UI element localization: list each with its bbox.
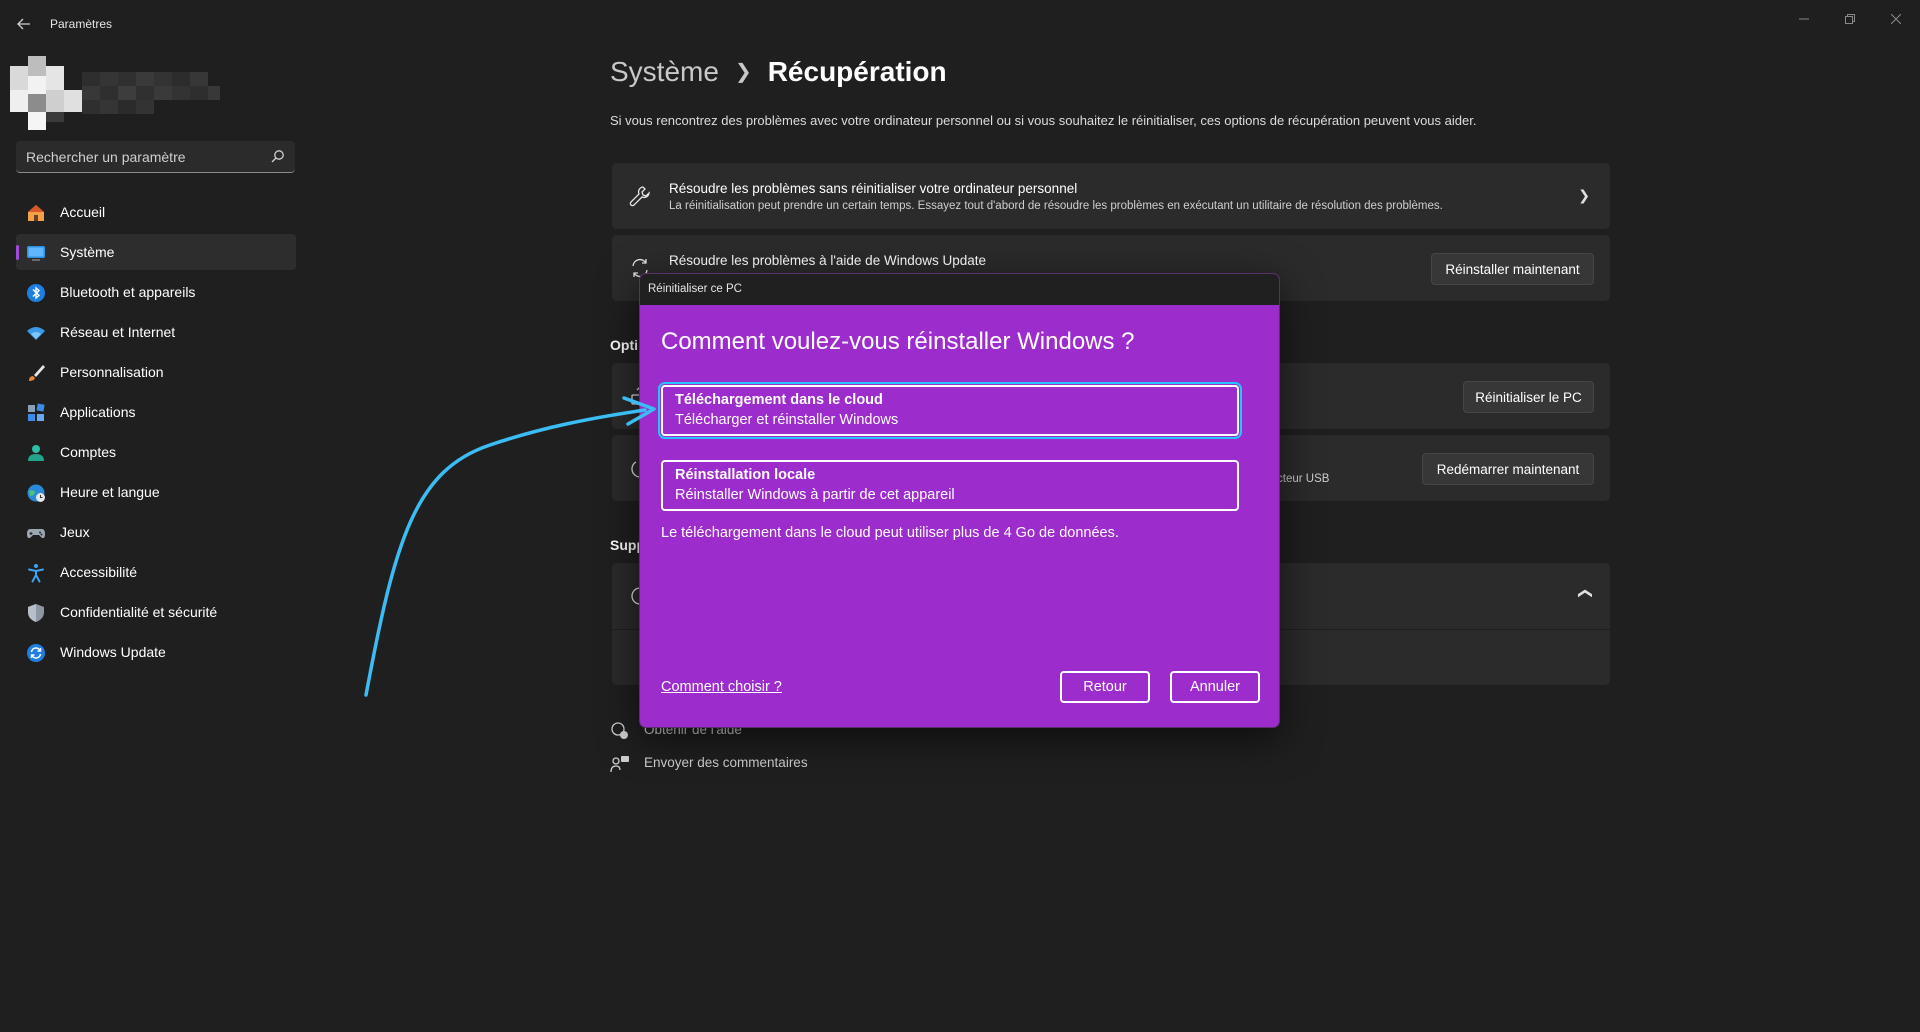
home-icon [28, 205, 44, 221]
sidebar-item-label: Comptes [60, 444, 117, 460]
sidebar-item-systeme[interactable]: Système [16, 234, 296, 270]
option-subtitle: Réinstaller Windows à partir de cet appa… [675, 487, 955, 503]
sidebar-item-label: Accessibilité [60, 564, 138, 580]
sidebar-item-applications[interactable]: Applications [16, 394, 296, 430]
search-icon [271, 150, 284, 163]
accessibility-icon [28, 564, 44, 583]
sidebar-item-label: Windows Update [60, 644, 166, 660]
close-button[interactable] [1873, 6, 1919, 34]
dialog-heading: Comment voulez-vous réinstaller Windows … [661, 328, 1135, 355]
title-bar: Paramètres [0, 0, 1920, 48]
minimize-icon [1799, 18, 1809, 20]
page-title: Récupération [767, 56, 947, 87]
sidebar-item-label: Jeux [60, 524, 90, 540]
apps-icon [28, 403, 45, 421]
sidebar-item-windows-update[interactable]: Windows Update [16, 634, 296, 670]
gamepad-icon [27, 529, 45, 539]
wifi-icon [27, 327, 45, 340]
option-subtitle: Télécharger et réinstaller Windows [675, 412, 899, 428]
sidebar-item-jeux[interactable]: Jeux [16, 514, 296, 550]
data-usage-note: Le téléchargement dans le cloud peut uti… [661, 525, 1119, 541]
send-feedback-label: Envoyer des commentaires [644, 755, 808, 770]
feedback-icon [610, 756, 629, 773]
how-to-choose-link[interactable]: Comment choisir ? [661, 679, 782, 695]
back-button[interactable] [10, 12, 38, 36]
chevron-right-icon: ❯ [1578, 187, 1590, 203]
local-reinstall-option[interactable]: Réinstallation locale Réinstaller Window… [661, 460, 1239, 511]
breadcrumb-parent[interactable]: Système [610, 56, 719, 87]
cloud-download-option[interactable]: Téléchargement dans le cloud Télécharger… [658, 382, 1242, 439]
windows-update-fix-title: Résoudre les problèmes à l'aide de Windo… [669, 253, 986, 268]
back-arrow-icon [17, 18, 30, 30]
advanced-startup-subtitle: cteur USB [1277, 473, 1330, 485]
monitor-icon [27, 246, 45, 261]
reinstall-now-button[interactable]: Réinstaller maintenant [1431, 253, 1594, 285]
sidebar-item-label: Personnalisation [60, 364, 164, 380]
update-icon [27, 644, 45, 662]
user-profile-pixelated [10, 56, 220, 130]
sidebar-item-heure-langue[interactable]: Heure et langue [16, 474, 296, 510]
restart-now-button[interactable]: Redémarrer maintenant [1422, 453, 1594, 485]
sidebar-item-label: Système [60, 244, 115, 260]
reset-pc-button[interactable]: Réinitialiser le PC [1463, 381, 1594, 413]
sidebar-item-comptes[interactable]: Comptes [16, 434, 296, 470]
wrench-icon [629, 186, 650, 207]
sidebar-item-label: Accueil [60, 204, 106, 220]
globe-clock-icon [27, 484, 45, 502]
person-icon [28, 445, 44, 461]
restore-icon [1845, 14, 1855, 24]
sidebar-item-personnalisation[interactable]: Personnalisation [16, 354, 296, 390]
sidebar-item-bluetooth[interactable]: Bluetooth et appareils [16, 274, 296, 310]
sidebar-item-label: Réseau et Internet [60, 324, 176, 340]
chevron-right-icon: ❯ [734, 61, 752, 83]
search-box[interactable] [16, 141, 295, 173]
app-title: Paramètres [50, 17, 113, 31]
dialog-window-title: Réinitialiser ce PC [648, 283, 742, 295]
sidebar-item-label: Bluetooth et appareils [60, 284, 196, 300]
option-title: Téléchargement dans le cloud [675, 392, 883, 408]
cancel-button[interactable]: Annuler [1170, 671, 1260, 703]
brush-icon [29, 365, 45, 381]
sidebar-item-label: Confidentialité et sécurité [60, 604, 218, 620]
search-input[interactable] [26, 148, 256, 166]
dialog-title-bar: Réinitialiser ce PC [640, 274, 1279, 305]
minimize-button[interactable] [1781, 6, 1827, 34]
bluetooth-icon [27, 284, 45, 302]
option-title: Réinstallation locale [675, 467, 816, 483]
page-description: Si vous rencontrez des problèmes avec vo… [610, 113, 1477, 128]
reset-pc-dialog: Réinitialiser ce PC Comment voulez-vous … [639, 273, 1280, 728]
help-icon [611, 722, 628, 739]
sidebar-nav: Accueil Système Bluetooth et appareils R… [16, 194, 296, 674]
sidebar-item-reseau[interactable]: Réseau et Internet [16, 314, 296, 350]
close-icon [1890, 13, 1902, 25]
sidebar-item-accueil[interactable]: Accueil [16, 194, 296, 230]
troubleshoot-subtitle: La réinitialisation peut prendre un cert… [669, 200, 1443, 212]
sidebar-item-label: Heure et langue [60, 484, 160, 500]
sidebar-item-confidentialite[interactable]: Confidentialité et sécurité [16, 594, 296, 630]
sidebar-item-label: Applications [60, 404, 136, 420]
troubleshoot-title: Résoudre les problèmes sans réinitialise… [669, 181, 1078, 196]
breadcrumb: Système ❯ Récupération [610, 56, 947, 88]
shield-icon [28, 604, 44, 622]
back-button[interactable]: Retour [1060, 671, 1150, 703]
sidebar-item-accessibilite[interactable]: Accessibilité [16, 554, 296, 590]
troubleshoot-card[interactable]: Résoudre les problèmes sans réinitialise… [612, 163, 1610, 229]
section-options-label: Opti [610, 337, 638, 353]
chevron-up-icon[interactable]: ❯ [1576, 588, 1593, 600]
restore-button[interactable] [1827, 6, 1873, 34]
